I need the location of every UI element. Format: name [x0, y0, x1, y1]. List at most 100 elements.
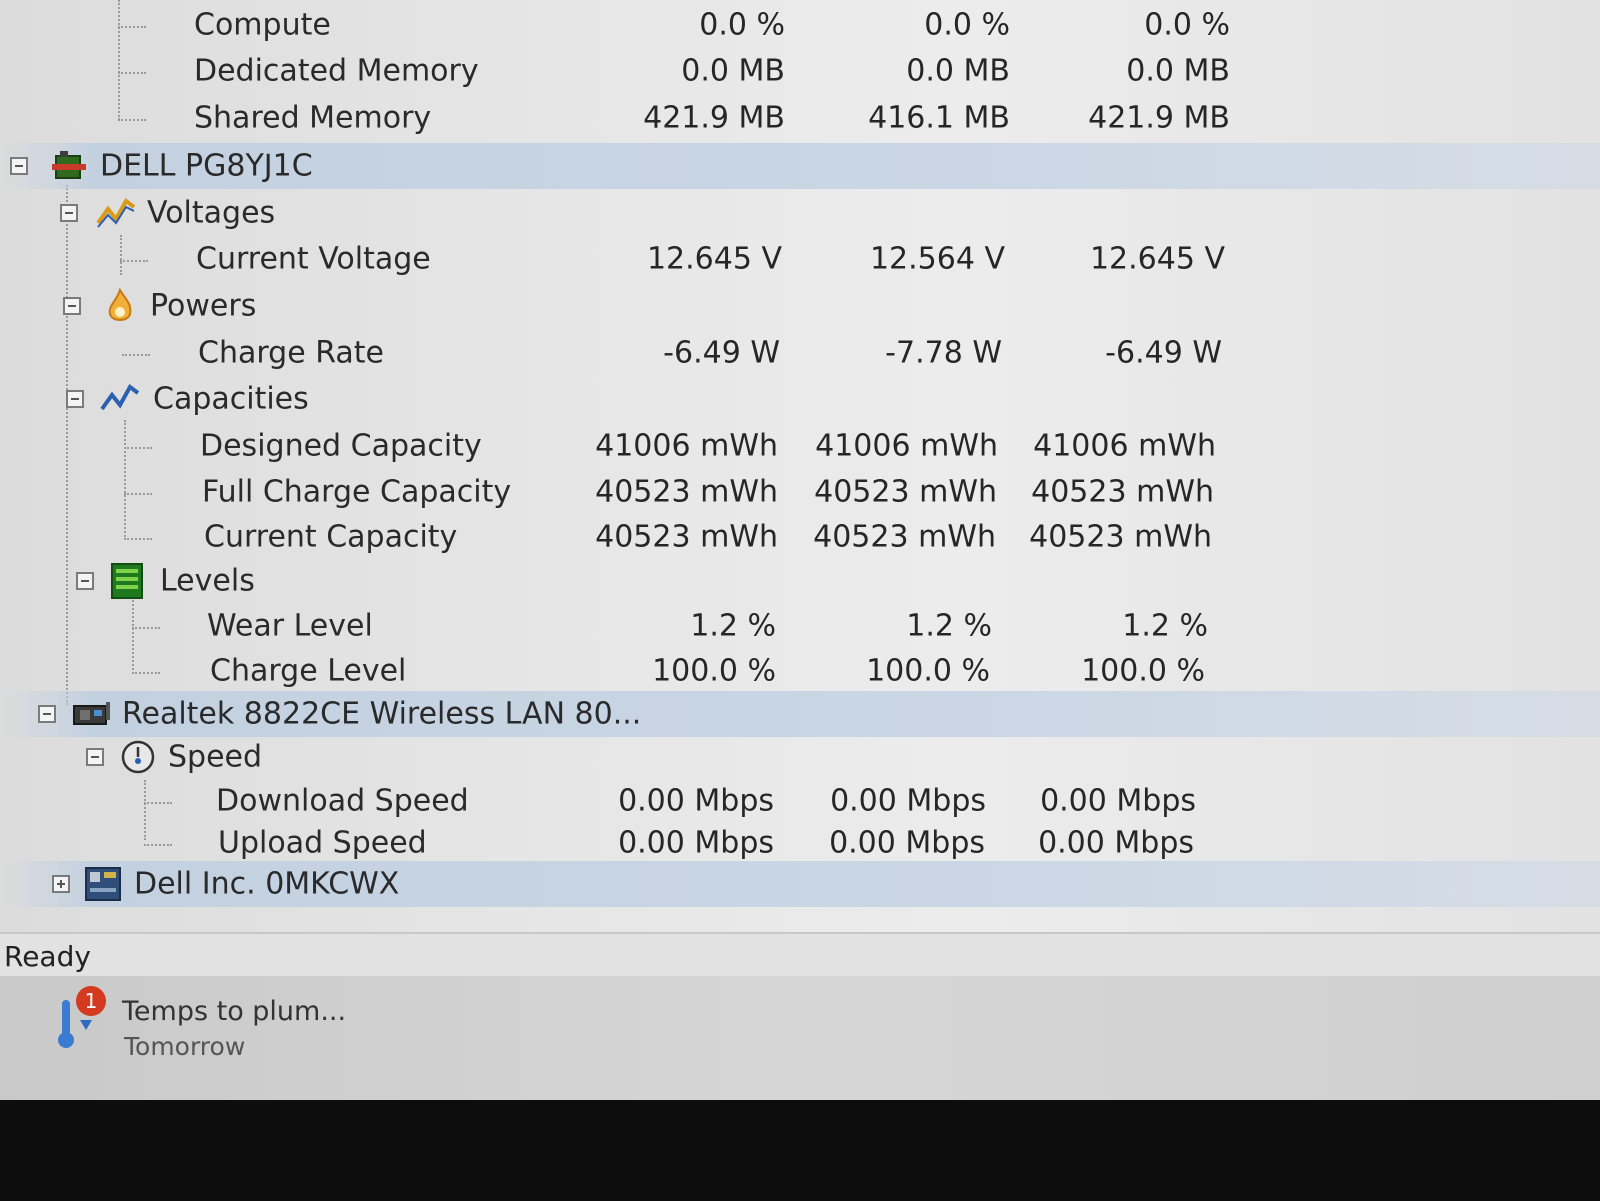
device-row-mainboard[interactable]: Dell Inc. 0MKCWX [0, 861, 1600, 907]
sensor-label: Current Voltage [196, 241, 431, 277]
sensor-min: 41006 mWh [815, 428, 998, 464]
sensor-label: Wear Level [207, 608, 373, 644]
sensor-max: 100.0 % [1081, 653, 1205, 689]
sensor-row-shared-memory[interactable]: Shared Memory 421.9 MB 416.1 MB 421.9 MB [0, 95, 1600, 141]
notification-badge: 1 [76, 986, 106, 1016]
group-label: Levels [160, 563, 255, 599]
sensor-max: 0.0 % [1144, 7, 1230, 43]
sensor-row-compute[interactable]: Compute 0.0 % 0.0 % 0.0 % [0, 2, 1600, 48]
expand-toggle[interactable] [52, 875, 70, 893]
sensor-label: Shared Memory [194, 100, 432, 136]
collapse-toggle[interactable] [66, 390, 84, 408]
sensor-row-wear-level[interactable]: Wear Level 1.2 % 1.2 % 1.2 % [0, 603, 1600, 649]
sensor-min: 12.564 V [869, 241, 1005, 277]
tree-connector [122, 354, 150, 356]
sensor-label: Dedicated Memory [194, 53, 479, 89]
tree-connector [118, 26, 146, 28]
weather-notification[interactable]: 1 Temps to plum... Tomorrow [0, 976, 1600, 1100]
sensor-row-charge-rate[interactable]: Charge Rate -6.49 W -7.78 W -6.49 W [0, 330, 1600, 376]
tree-connector [132, 627, 160, 629]
sensor-label: Charge Rate [198, 335, 384, 371]
sensor-max: 40523 mWh [1031, 474, 1214, 510]
group-label: Powers [150, 288, 257, 324]
sensor-min: 40523 mWh [813, 519, 996, 555]
levels-bars-icon [111, 563, 143, 599]
tree-connector [118, 119, 146, 121]
device-row-battery[interactable]: DELL PG8YJ1C [0, 143, 1600, 189]
sensor-row-dedicated-memory[interactable]: Dedicated Memory 0.0 MB 0.0 MB 0.0 MB [0, 48, 1600, 94]
sensor-label: Charge Level [210, 653, 407, 689]
sensor-row-designed-capacity[interactable]: Designed Capacity 41006 mWh 41006 mWh 41… [0, 423, 1600, 469]
tree-connector [144, 844, 172, 846]
sensor-value: 41006 mWh [595, 428, 778, 464]
group-row-capacities[interactable]: Capacities [0, 376, 1600, 422]
sensor-min: 0.00 Mbps [829, 825, 985, 861]
speed-gauge-icon [121, 740, 155, 774]
tree-connector [118, 72, 146, 74]
collapse-toggle[interactable] [76, 572, 94, 590]
notification-title: Temps to plum... [122, 996, 347, 1027]
collapse-toggle[interactable] [10, 157, 28, 175]
collapse-toggle[interactable] [63, 297, 81, 315]
sensor-value: 12.645 V [646, 241, 782, 277]
tree-connector [124, 538, 152, 540]
sensor-tree: Compute 0.0 % 0.0 % 0.0 % Dedicated Memo… [0, 0, 1600, 950]
capacity-graph-icon [100, 384, 140, 411]
group-row-levels[interactable]: Levels [0, 558, 1600, 604]
sensor-row-current-voltage[interactable]: Current Voltage 12.645 V 12.564 V 12.645… [0, 236, 1600, 282]
tree-connector [132, 672, 160, 674]
sensor-row-current-capacity[interactable]: Current Capacity 40523 mWh 40523 mWh 405… [0, 514, 1600, 560]
sensor-label: Download Speed [216, 783, 469, 819]
sensor-max: 1.2 % [1122, 608, 1208, 644]
sensor-value: 0.0 % [699, 7, 785, 43]
sensor-min: 0.0 MB [906, 53, 1010, 89]
group-label: Voltages [147, 195, 276, 231]
notification-subtitle: Tomorrow [124, 1032, 246, 1061]
sensor-max: 40523 mWh [1029, 519, 1212, 555]
motherboard-icon [85, 867, 121, 901]
sensor-min: 40523 mWh [814, 474, 997, 510]
collapse-toggle[interactable] [38, 705, 56, 723]
sensor-min: 0.0 % [924, 7, 1010, 43]
sensor-row-full-charge-capacity[interactable]: Full Charge Capacity 40523 mWh 40523 mWh… [0, 469, 1600, 515]
sensor-min: 0.00 Mbps [830, 783, 986, 819]
collapse-toggle[interactable] [60, 204, 78, 222]
sensor-max: -6.49 W [1105, 335, 1222, 371]
sensor-value: 40523 mWh [595, 519, 778, 555]
sensor-value: 0.00 Mbps [618, 783, 774, 819]
collapse-toggle[interactable] [86, 748, 104, 766]
sensor-max: 0.00 Mbps [1038, 825, 1194, 861]
sensor-value: 1.2 % [690, 608, 776, 644]
sensor-label: Current Capacity [204, 519, 458, 555]
sensor-max: 12.645 V [1089, 241, 1225, 277]
status-text: Ready [4, 940, 91, 973]
device-name: Realtek 8822CE Wireless LAN 80... [122, 696, 642, 732]
sensor-min: 100.0 % [866, 653, 990, 689]
sensor-label: Designed Capacity [200, 428, 482, 464]
sensor-value: 0.00 Mbps [618, 825, 774, 861]
sensor-row-upload-speed[interactable]: Upload Speed 0.00 Mbps 0.00 Mbps 0.00 Mb… [0, 820, 1600, 866]
tree-connector [120, 260, 148, 262]
sensor-max: 421.9 MB [1088, 100, 1230, 136]
network-card-icon [73, 702, 110, 725]
sensor-max: 0.0 MB [1126, 53, 1230, 89]
sensor-row-charge-level[interactable]: Charge Level 100.0 % 100.0 % 100.0 % [0, 648, 1600, 694]
sensor-min: 1.2 % [906, 608, 992, 644]
device-name: DELL PG8YJ1C [100, 148, 313, 184]
device-row-network[interactable]: Realtek 8822CE Wireless LAN 80... [0, 691, 1600, 737]
device-name: Dell Inc. 0MKCWX [134, 866, 400, 902]
sensor-row-download-speed[interactable]: Download Speed 0.00 Mbps 0.00 Mbps 0.00 … [0, 778, 1600, 824]
group-row-speed[interactable]: Speed [0, 734, 1600, 780]
group-row-voltages[interactable]: Voltages [0, 190, 1600, 236]
sensor-value: 421.9 MB [643, 100, 785, 136]
sensor-label: Compute [194, 7, 331, 43]
hwmonitor-window: Compute 0.0 % 0.0 % 0.0 % Dedicated Memo… [0, 0, 1600, 1100]
sensor-max: 0.00 Mbps [1040, 783, 1196, 819]
voltage-graph-icon [96, 198, 136, 228]
battery-icon [52, 151, 86, 179]
sensor-value: 0.0 MB [681, 53, 785, 89]
tree-connector [144, 802, 172, 804]
sensor-label: Full Charge Capacity [202, 474, 512, 510]
status-bar: Ready [0, 932, 1600, 978]
group-row-powers[interactable]: Powers [0, 283, 1600, 329]
